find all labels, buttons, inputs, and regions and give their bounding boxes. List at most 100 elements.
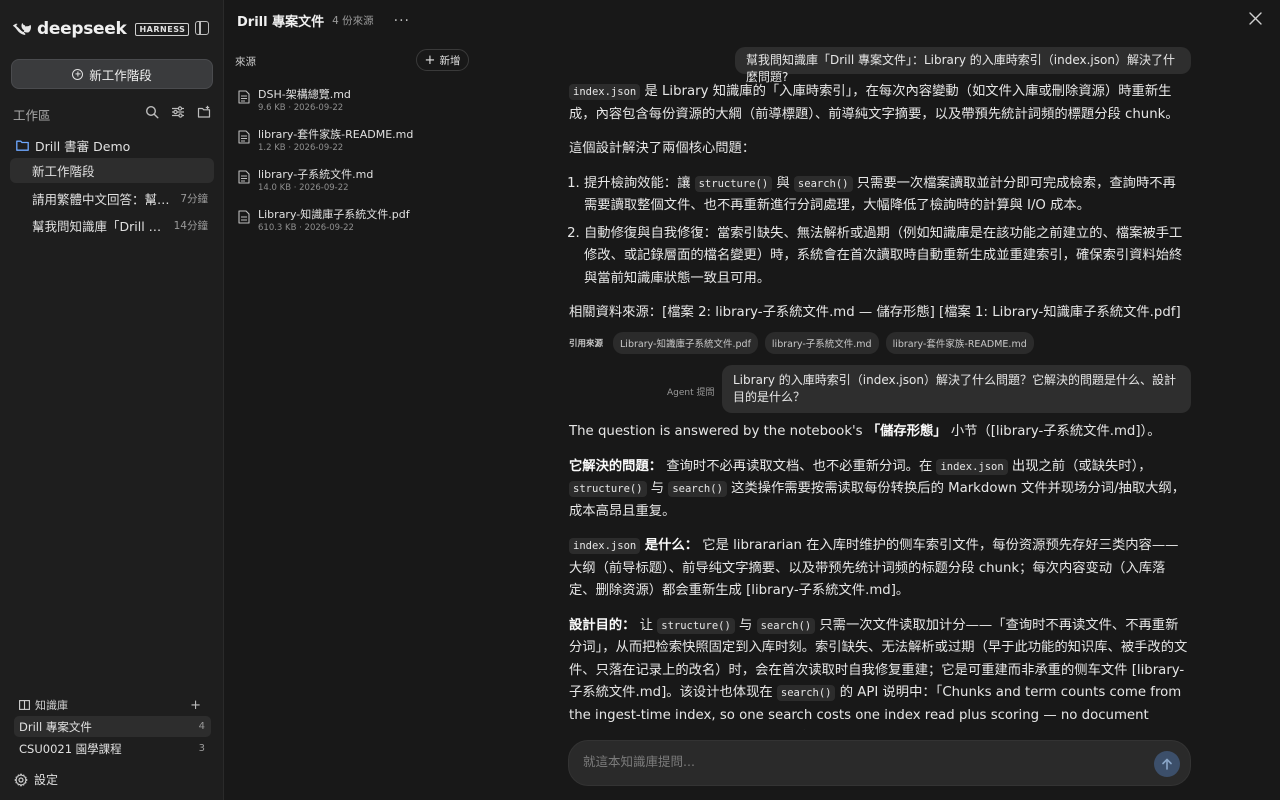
- question-input-box: [568, 740, 1191, 786]
- source-meta: 14.0 KB · 2026-09-22: [258, 183, 349, 193]
- agent-question-text: Library 的入庫時索引（index.json）解決了什么問題？它解決的問題…: [733, 373, 1176, 404]
- add-source-button[interactable]: + 新增: [416, 49, 469, 71]
- session-title: 新工作階段: [32, 164, 95, 179]
- citation-chip[interactable]: library-子系統文件.md: [764, 332, 879, 354]
- search-icon[interactable]: [145, 105, 159, 119]
- citation-chip[interactable]: Library-知識庫子系統文件.pdf: [613, 332, 758, 354]
- source-item[interactable]: Library-知識庫子系統文件.pdf 610.3 KB · 2026-09-…: [238, 206, 468, 240]
- inline-code: structure(): [657, 617, 735, 634]
- markdown-file-icon: [238, 130, 250, 144]
- related-sources-text: 相關資料來源：[檔案 2: library-子系統文件.md — 儲存形態] […: [569, 305, 1181, 320]
- answer-paragraph: index.json 是 Library 知識庫的「入庫時索引」，在每次內容變動…: [569, 81, 1189, 126]
- markdown-file-icon: [238, 170, 250, 184]
- inline-code: structure(): [569, 481, 647, 497]
- kb-item-count: 3: [198, 743, 205, 754]
- inline-code: index.json: [569, 538, 641, 554]
- question-input[interactable]: [583, 754, 1143, 769]
- session-time: 7分鐘: [180, 193, 208, 205]
- answer-paragraph: 它解決的問題： 查询时不必再读取文档、也不必重新分词。在 index.json …: [569, 456, 1189, 524]
- kb-item-name: CSU0021 園學課程: [19, 741, 122, 756]
- workspace-folder[interactable]: Drill 書審 Demo: [16, 136, 130, 155]
- inline-code: search(): [756, 617, 816, 634]
- filter-sliders-icon[interactable]: [171, 105, 185, 119]
- brand-name: deepseek: [37, 19, 127, 39]
- add-knowledge-base-button[interactable]: +: [190, 698, 201, 713]
- session-item[interactable]: 新工作階段: [10, 158, 214, 183]
- session-time: 14分鐘: [173, 220, 208, 232]
- source-meta: 610.3 KB · 2026-09-22: [258, 223, 354, 233]
- source-name: Library-知識庫子系統文件.pdf: [258, 208, 410, 221]
- folder-name: Drill 書審 Demo: [35, 139, 131, 154]
- source-meta: 1.2 KB · 2026-09-22: [258, 143, 344, 153]
- brand[interactable]: deepseek HARNESS: [13, 19, 190, 39]
- kb-item[interactable]: CSU0021 園學課程 3: [14, 738, 211, 759]
- new-session-label: 新工作階段: [89, 67, 152, 83]
- sidebar-toggle-icon[interactable]: [195, 21, 209, 35]
- source-name: library-套件家族-README.md: [258, 128, 414, 141]
- arrow-up-icon: [1162, 758, 1172, 770]
- brand-badge: HARNESS: [135, 22, 190, 36]
- source-meta: 9.6 KB · 2026-09-22: [258, 103, 344, 113]
- source-item[interactable]: library-套件家族-README.md 1.2 KB · 2026-09-…: [238, 126, 468, 160]
- knowledge-base-header: 知識庫 +: [19, 697, 201, 713]
- session-title: 請用繁體中文回答：幫我問知: [32, 192, 176, 207]
- answer-text: 是 Library 知識庫的「入庫時索引」，在每次內容變動（如文件入庫或刪除資源…: [569, 84, 1179, 122]
- answer-paragraph: index.json 是什么： 它是 librararian 在入库时维护的侧车…: [569, 535, 1189, 603]
- deepseek-whale-logo-icon: [13, 22, 31, 35]
- inline-code: index.json: [936, 458, 1008, 475]
- workspace-label: 工作區: [13, 108, 51, 123]
- source-item[interactable]: library-子系統文件.md 14.0 KB · 2026-09-22: [238, 166, 468, 200]
- add-source-label: 新增: [439, 54, 461, 67]
- answer-text: 小节（[library-子系統文件.md]）。: [946, 424, 1161, 439]
- answer-paragraph: 這個設計解決了兩個核心問題：: [569, 141, 756, 156]
- answer-list: 提升檢詢效能：讓 structure() 與 search() 只需要一次檔案讀…: [569, 173, 1189, 291]
- markdown-file-icon: [238, 90, 250, 104]
- inline-code: search(): [776, 685, 836, 701]
- new-folder-icon[interactable]: [197, 105, 211, 119]
- answer-text: The question is answered by the notebook…: [569, 424, 867, 439]
- gear-icon: [14, 772, 28, 787]
- send-button[interactable]: [1154, 751, 1180, 777]
- citations-row: 引用來源 Library-知識庫子系統文件.pdf library-子系統文件.…: [569, 332, 1034, 354]
- folder-icon: [16, 140, 29, 151]
- sidebar: deepseek HARNESS 新工作階段 工作區 Drill 書審 Demo…: [0, 0, 224, 800]
- settings-button[interactable]: 設定: [14, 771, 58, 788]
- agent-question-label: Agent 提問: [667, 388, 715, 398]
- source-name: library-子系統文件.md: [258, 168, 374, 181]
- assistant-message: index.json 是 Library 知識庫的「入庫時索引」，在每次內容變動…: [569, 81, 1189, 325]
- answer-bold-text: 它解決的問題：: [569, 458, 663, 474]
- answer-text: 与: [734, 617, 757, 633]
- sources-panel: [224, 0, 478, 800]
- new-session-button[interactable]: 新工作階段: [11, 59, 213, 89]
- answer-bold-text: 「儲存形態」: [866, 424, 947, 439]
- answer-paragraph: The question is answered by the notebook…: [569, 421, 1189, 444]
- close-icon[interactable]: [1249, 12, 1262, 25]
- inline-code: index.json: [569, 84, 641, 100]
- answer-list-item: 提升檢詢效能：讓 structure() 與 search() 只需要一次檔案讀…: [584, 173, 1189, 218]
- assistant-message: The question is answered by the notebook…: [569, 421, 1189, 750]
- plus-circle-icon: [72, 68, 84, 80]
- user-message-bubble: 幫我問知識庫「Drill 專案文件」：Library 的入庫時索引（index.…: [735, 47, 1191, 84]
- session-item[interactable]: 幫我問知識庫「Drill 專案... 14分鐘: [10, 213, 214, 238]
- citation-chip[interactable]: library-套件家族-README.md: [885, 332, 1034, 354]
- source-item[interactable]: DSH-架構總覽.md 9.6 KB · 2026-09-22: [238, 86, 468, 120]
- inline-code: search(): [668, 481, 727, 497]
- book-icon: [19, 700, 30, 710]
- knowledge-base-label: 知識庫: [35, 699, 68, 712]
- kb-item-count: 4: [198, 721, 205, 732]
- inline-code: search(): [793, 175, 853, 192]
- answer-text: 让: [635, 617, 658, 633]
- workspace-tools: [145, 105, 211, 119]
- answer-text: 出现之前（或缺失时），: [1007, 458, 1152, 474]
- kb-item[interactable]: Drill 專案文件 4: [14, 716, 211, 737]
- citations-label: 引用來源: [569, 339, 604, 349]
- plus-icon: +: [424, 52, 436, 68]
- agent-question-bubble: Library 的入庫時索引（index.json）解決了什么問題？它解決的問題…: [722, 365, 1191, 413]
- answer-bold-text: 設計目的：: [569, 617, 636, 633]
- answer-text: 与: [646, 481, 669, 496]
- answer-text: 與: [772, 175, 794, 191]
- session-title: 幫我問知識庫「Drill 專案...: [32, 219, 170, 234]
- session-item[interactable]: 請用繁體中文回答：幫我問知 7分鐘: [10, 186, 214, 211]
- kb-item-name: Drill 專案文件: [19, 719, 92, 734]
- pdf-file-icon: [238, 210, 250, 224]
